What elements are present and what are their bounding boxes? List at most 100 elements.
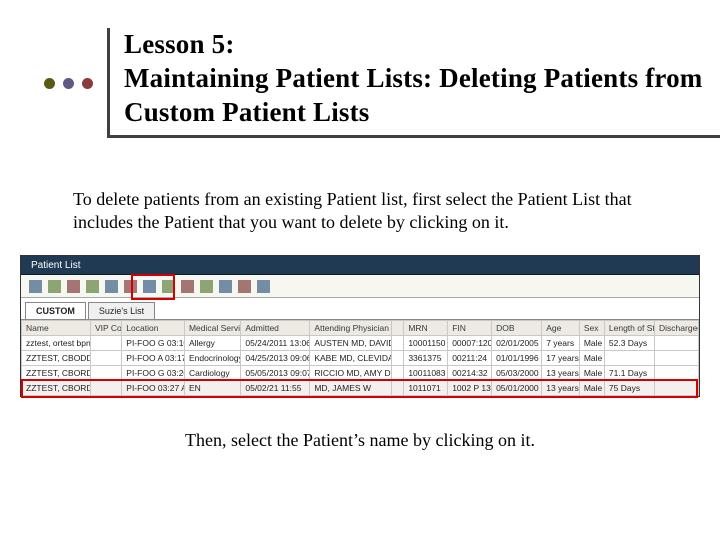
table-cell: Cardiology <box>184 366 240 381</box>
toolbar-icon[interactable] <box>143 280 156 293</box>
table-cell: 05/02/21 11:55 <box>241 381 310 396</box>
table-cell: 75 Days <box>604 381 654 396</box>
table-cell: RICCIO MD, AMY D <box>310 366 391 381</box>
table-cell: Male <box>579 366 604 381</box>
slide-title-block: Lesson 5: Maintaining Patient Lists: Del… <box>44 28 720 138</box>
table-cell: zztest, ortest bpn <box>22 336 91 351</box>
grid-header-row: Name VIP Code Location Medical Service A… <box>22 321 699 336</box>
table-cell <box>655 336 699 351</box>
panel-toolbar <box>21 275 699 298</box>
panel-header: Patient List <box>21 256 699 275</box>
col-los[interactable]: Length of Stay <box>604 321 654 336</box>
table-cell: ZZTEST, CBORD1:PJ1 <box>22 366 91 381</box>
table-cell: 10011083 <box>404 366 448 381</box>
col-fin[interactable]: FIN <box>448 321 492 336</box>
table-cell <box>90 351 121 366</box>
toolbar-icon[interactable] <box>48 280 61 293</box>
table-cell: 7 years <box>542 336 580 351</box>
table-cell <box>655 381 699 396</box>
toolbar-icon[interactable] <box>162 280 175 293</box>
table-cell: Allergy <box>184 336 240 351</box>
table-cell: 00211:24 <box>448 351 492 366</box>
table-cell <box>391 366 404 381</box>
table-cell <box>90 381 121 396</box>
table-cell: 3361375 <box>404 351 448 366</box>
table-cell: 02/01/2005 <box>492 336 542 351</box>
toolbar-icon[interactable] <box>257 280 270 293</box>
table-cell: KABE MD, CLEVIDA S <box>310 351 391 366</box>
intro-paragraph: To delete patients from an existing Pati… <box>73 188 653 233</box>
table-row[interactable]: ZZTEST, CBODD PI-FOO A 03:17 AEndocrinolo… <box>22 351 699 366</box>
table-row[interactable]: zztest, ortest bpnPI-FOO G 03:10 AAllerg… <box>22 336 699 351</box>
table-cell: 00007:120 <box>448 336 492 351</box>
col-physician[interactable]: Attending Physician <box>310 321 391 336</box>
table-cell: 13 years <box>542 381 580 396</box>
table-cell <box>604 351 654 366</box>
table-cell: PI-FOO A 03:17 A <box>122 351 185 366</box>
toolbar-icon[interactable] <box>67 280 80 293</box>
table-row[interactable]: ZZTEST, CBORD1:PJ1 PI-FOO G 03:20 ACardio… <box>22 366 699 381</box>
table-cell: Male <box>579 381 604 396</box>
col-dob[interactable]: DOB <box>492 321 542 336</box>
title-line1: Lesson 5: <box>124 29 235 59</box>
table-cell: 05/05/2013 09:07 <box>241 366 310 381</box>
table-cell: 13 years <box>542 366 580 381</box>
table-cell: 1011071 <box>404 381 448 396</box>
table-cell: PI-FOO 03:27 A <box>122 381 185 396</box>
col-sex[interactable]: Sex <box>579 321 604 336</box>
outro-paragraph: Then, select the Patient’s name by click… <box>0 430 720 451</box>
toolbar-icon[interactable] <box>124 280 137 293</box>
table-cell: PI-FOO G 03:20 A <box>122 366 185 381</box>
bullet-icon <box>44 78 55 89</box>
toolbar-icon[interactable] <box>29 280 42 293</box>
tab-custom[interactable]: CUSTOM <box>25 302 86 319</box>
table-cell: 05/01/2000 <box>492 381 542 396</box>
table-cell: 17 years <box>542 351 580 366</box>
table-cell: ZZTEST, CBODD <box>22 351 91 366</box>
table-cell: EN <box>184 381 240 396</box>
col-blank[interactable] <box>391 321 404 336</box>
table-cell <box>391 351 404 366</box>
col-name[interactable]: Name <box>22 321 91 336</box>
table-cell: Male <box>579 336 604 351</box>
table-cell: ZZTEST, CBORD1:J1 <box>22 381 91 396</box>
patient-list-screenshot: Patient List CUSTOM Suzie's List <box>20 255 700 397</box>
bullet-icon <box>63 78 74 89</box>
table-cell <box>655 351 699 366</box>
table-cell: 1002 P 130 <box>448 381 492 396</box>
bullet-icon <box>82 78 93 89</box>
patient-grid: Name VIP Code Location Medical Service A… <box>21 320 699 396</box>
toolbar-icon[interactable] <box>105 280 118 293</box>
table-cell <box>391 336 404 351</box>
toolbar-icon[interactable] <box>200 280 213 293</box>
col-mrn[interactable]: MRN <box>404 321 448 336</box>
col-vip[interactable]: VIP Code <box>90 321 121 336</box>
toolbar-icon[interactable] <box>219 280 232 293</box>
table-cell: 52.3 Days <box>604 336 654 351</box>
toolbar-icon[interactable] <box>181 280 194 293</box>
table-cell <box>655 366 699 381</box>
table-cell: 10001150 <box>404 336 448 351</box>
table-cell <box>391 381 404 396</box>
col-discharged[interactable]: Discharged <box>655 321 699 336</box>
tab-suzies-list[interactable]: Suzie's List <box>88 302 155 319</box>
table-cell <box>90 336 121 351</box>
table-cell: AUSTEN MD, DAVID A <box>310 336 391 351</box>
table-cell: 05/03/2000 <box>492 366 542 381</box>
toolbar-icon[interactable] <box>238 280 251 293</box>
col-location[interactable]: Location <box>122 321 185 336</box>
table-cell: Endocrinology <box>184 351 240 366</box>
table-cell: 05/24/2011 13:06 <box>241 336 310 351</box>
table-cell: 00214:32 <box>448 366 492 381</box>
col-admitted[interactable]: Admitted <box>241 321 310 336</box>
panel-title: Patient List <box>21 260 90 271</box>
title-line2: Maintaining Patient Lists: Deleting Pati… <box>124 63 703 127</box>
table-cell: 01/01/1996 <box>492 351 542 366</box>
title-bullets <box>44 28 110 138</box>
toolbar-icon[interactable] <box>86 280 99 293</box>
table-cell: 71.1 Days <box>604 366 654 381</box>
table-row[interactable]: ZZTEST, CBORD1:J1 PI-FOO 03:27 AEN05/02/2… <box>22 381 699 396</box>
col-age[interactable]: Age <box>542 321 580 336</box>
table-cell <box>90 366 121 381</box>
col-service[interactable]: Medical Service <box>184 321 240 336</box>
